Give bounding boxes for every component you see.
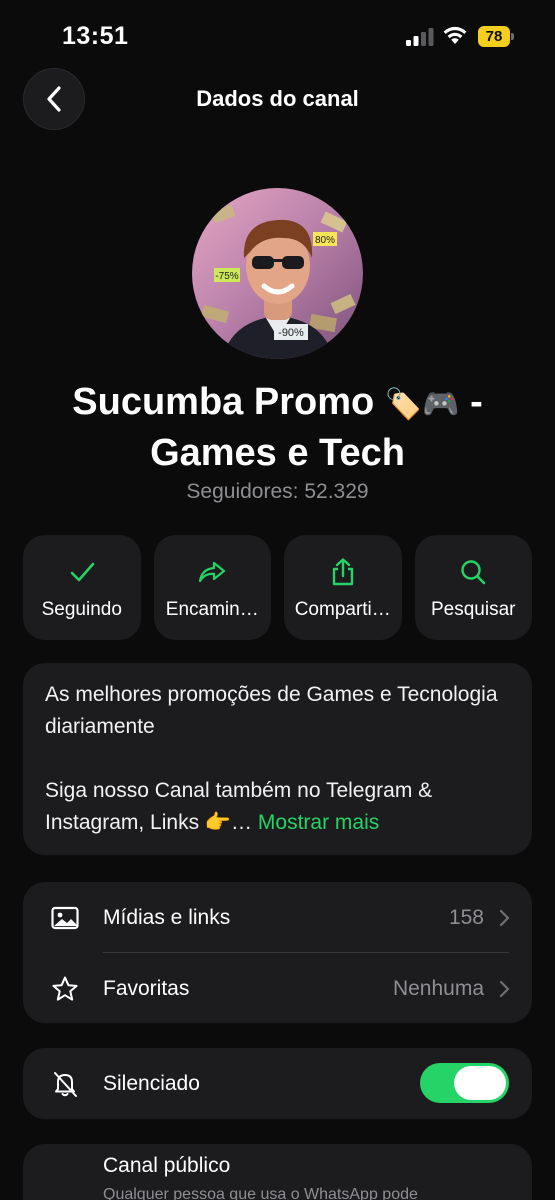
toggle-knob bbox=[454, 1066, 506, 1100]
channel-name: Sucumba Promo 🏷️🎮 - Games e Tech bbox=[20, 378, 535, 477]
chevron-right-icon bbox=[499, 980, 510, 997]
following-label: Seguindo bbox=[41, 599, 122, 620]
mute-card: Silenciado bbox=[23, 1048, 532, 1119]
channel-name-line1: Sucumba Promo 🏷️🎮 - bbox=[20, 378, 535, 429]
signal-icon bbox=[406, 28, 434, 46]
check-icon bbox=[70, 562, 95, 582]
followers-count: Seguidores: 52.329 bbox=[186, 480, 369, 503]
channel-info-screen: 13:51 78 Dados do canal 80% -75% -90% Su… bbox=[0, 0, 555, 1200]
avatar-image: 80% -75% -90% bbox=[192, 188, 363, 359]
status-bar: 13:51 78 bbox=[0, 0, 555, 70]
search-icon bbox=[461, 560, 486, 585]
channel-name-emojis: 🏷️🎮 bbox=[384, 388, 460, 421]
chevron-right-icon bbox=[499, 909, 510, 926]
favorites-value: Nenhuma bbox=[392, 976, 484, 1000]
battery-level: 78 bbox=[478, 26, 510, 47]
avatar-badge-80: 80% bbox=[315, 235, 335, 246]
mute-label: Silenciado bbox=[103, 1071, 200, 1095]
wifi-icon bbox=[443, 26, 467, 44]
search-button[interactable]: Pesquisar bbox=[414, 535, 532, 640]
public-channel-row[interactable]: Canal público Qualquer pessoa que usa o … bbox=[23, 1144, 532, 1200]
share-button[interactable]: Comparti… bbox=[284, 535, 402, 640]
channel-avatar[interactable]: 80% -75% -90% bbox=[192, 188, 363, 359]
search-label: Pesquisar bbox=[431, 599, 516, 620]
share-label: Comparti… bbox=[294, 599, 391, 620]
status-time: 13:51 bbox=[62, 22, 129, 50]
favorites-label: Favoritas bbox=[103, 976, 190, 1000]
forward-icon bbox=[199, 561, 226, 583]
battery-tip bbox=[511, 33, 514, 40]
forward-button[interactable]: Encamin… bbox=[153, 535, 271, 640]
mute-toggle[interactable] bbox=[420, 1063, 509, 1103]
share-icon bbox=[332, 558, 353, 586]
media-links-row[interactable]: Mídias e links 158 bbox=[23, 882, 532, 953]
avatar-badge-90: -90% bbox=[278, 327, 304, 339]
following-button[interactable]: Seguindo bbox=[23, 535, 141, 640]
page-title: Dados do canal bbox=[196, 86, 359, 111]
channel-name-line2: Games e Tech bbox=[150, 432, 405, 474]
bell-muted-icon bbox=[54, 1071, 77, 1097]
avatar-badge-75: -75% bbox=[215, 271, 238, 282]
channel-description: As melhores promoções de Games e Tecnolo… bbox=[23, 663, 532, 855]
description-paragraph-2: Siga nosso Canal também no Telegram & In… bbox=[45, 775, 510, 839]
public-channel-subtitle: Qualquer pessoa que usa o WhatsApp pode bbox=[103, 1186, 418, 1200]
favorites-row[interactable]: Favoritas Nenhuma bbox=[23, 953, 532, 1024]
forward-label: Encamin… bbox=[165, 599, 259, 620]
show-more-link[interactable]: Mostrar mais bbox=[258, 811, 379, 834]
image-icon bbox=[51, 906, 79, 929]
channel-name-text: Sucumba Promo bbox=[72, 381, 375, 423]
star-icon bbox=[52, 976, 78, 1001]
media-card: Mídias e links 158 Favoritas Nenhuma bbox=[23, 882, 532, 1023]
battery-icon: 78 bbox=[478, 26, 514, 47]
public-channel-title: Canal público bbox=[103, 1154, 231, 1177]
media-count: 158 bbox=[448, 905, 484, 929]
channel-name-dash: - bbox=[470, 381, 483, 423]
mute-row[interactable]: Silenciado bbox=[23, 1048, 532, 1119]
media-links-label: Mídias e links bbox=[103, 905, 231, 929]
public-channel-card: Canal público Qualquer pessoa que usa o … bbox=[23, 1144, 532, 1200]
action-bar: Seguindo Encamin… Comparti… Pesquisar bbox=[23, 535, 532, 640]
description-paragraph-1: As melhores promoções de Games e Tecnolo… bbox=[45, 683, 498, 738]
